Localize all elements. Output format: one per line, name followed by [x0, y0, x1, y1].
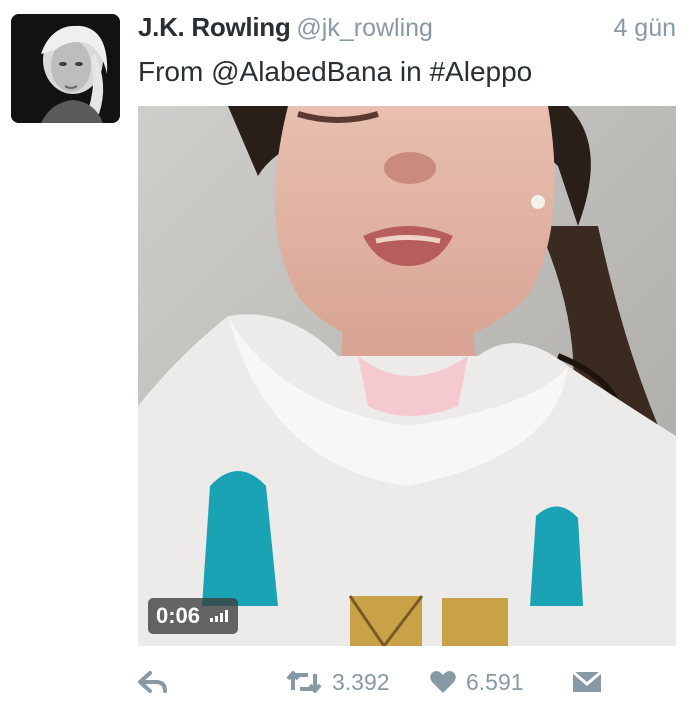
- heart-icon: [430, 671, 456, 693]
- direct-message-button[interactable]: [572, 660, 602, 704]
- avatar-image: [11, 14, 120, 123]
- reply-button[interactable]: [138, 660, 168, 704]
- author-avatar[interactable]: [11, 14, 120, 123]
- tweet-text: From @AlabedBana in #Aleppo: [138, 56, 532, 88]
- tweet-timestamp[interactable]: 4 gün: [613, 14, 676, 43]
- video-thumbnail: [138, 106, 676, 646]
- envelope-icon: [572, 671, 602, 692]
- like-button[interactable]: 6.591: [430, 660, 524, 704]
- author-name[interactable]: J.K. Rowling: [138, 12, 291, 42]
- like-count: 6.591: [466, 668, 524, 695]
- video-duration-badge: 0:06: [148, 598, 239, 634]
- tweet-actions: 3.392 6.591: [138, 660, 678, 704]
- retweet-count: 3.392: [332, 668, 390, 695]
- tweet-header: J.K. Rowling @jk_rowling 4 gün: [138, 12, 676, 48]
- tweet-text-middle: in: [392, 56, 430, 87]
- hashtag-link[interactable]: #Aleppo: [429, 56, 532, 87]
- tweet-text-prefix: From: [138, 56, 212, 87]
- retweet-button[interactable]: 3.392: [286, 660, 390, 704]
- volume-bars-icon: [210, 610, 229, 622]
- retweet-icon: [286, 671, 322, 693]
- reply-icon: [138, 671, 167, 693]
- video-duration: 0:06: [156, 603, 201, 628]
- mention-link[interactable]: @AlabedBana: [211, 56, 392, 87]
- author-handle[interactable]: @jk_rowling: [296, 14, 433, 42]
- video-player[interactable]: [138, 106, 676, 646]
